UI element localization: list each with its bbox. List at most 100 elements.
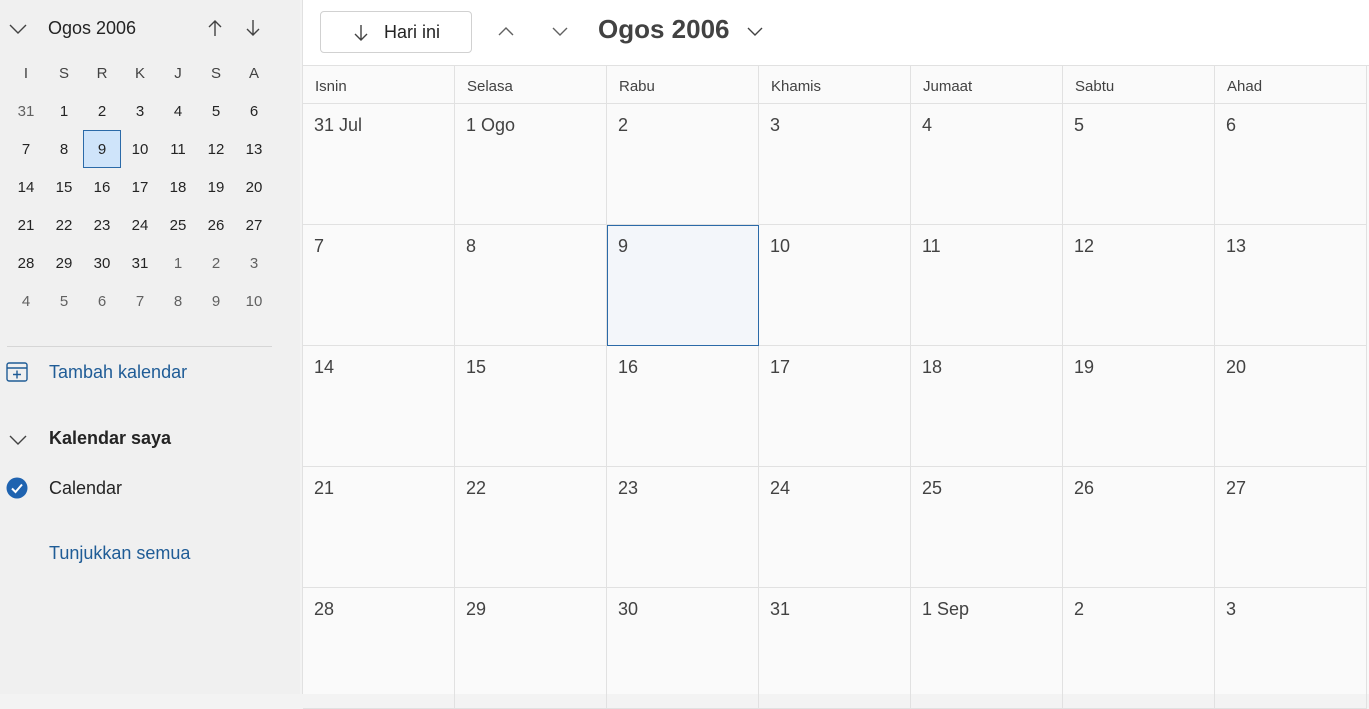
day-cell[interactable]: 12 — [1063, 225, 1215, 346]
mini-day[interactable]: 25 — [159, 206, 197, 244]
day-cell[interactable]: 19 — [1063, 346, 1215, 467]
day-cell[interactable]: 11 — [911, 225, 1063, 346]
mini-day[interactable]: 10 — [235, 282, 273, 320]
mini-day[interactable]: 1 — [45, 92, 83, 130]
mini-day[interactable]: 9 — [197, 282, 235, 320]
day-cell[interactable]: 25 — [911, 467, 1063, 588]
next-month-button[interactable] — [550, 21, 570, 41]
add-calendar-label: Tambah kalendar — [49, 362, 188, 382]
day-cell[interactable]: 1 Sep — [911, 588, 1063, 709]
day-cell[interactable]: 29 — [455, 588, 607, 709]
day-number: 26 — [1074, 478, 1095, 498]
mini-day[interactable]: 12 — [197, 130, 235, 168]
day-cell[interactable]: 1 Ogo — [455, 104, 607, 225]
mini-day[interactable]: 18 — [159, 168, 197, 206]
mini-day[interactable]: 26 — [197, 206, 235, 244]
mini-day[interactable]: 7 — [7, 130, 45, 168]
day-cell[interactable]: 20 — [1215, 346, 1367, 467]
calendar-item[interactable]: Calendar — [0, 474, 272, 504]
day-cell[interactable]: 4 — [911, 104, 1063, 225]
day-cell[interactable]: 21 — [303, 467, 455, 588]
mini-day[interactable]: 13 — [235, 130, 273, 168]
day-cell[interactable]: 18 — [911, 346, 1063, 467]
mini-day[interactable]: 6 — [83, 282, 121, 320]
mini-day[interactable]: 8 — [45, 130, 83, 168]
day-cell[interactable]: 30 — [607, 588, 759, 709]
mini-day[interactable]: 14 — [7, 168, 45, 206]
day-number: 13 — [1226, 236, 1247, 256]
mini-day[interactable]: 29 — [45, 244, 83, 282]
mini-day[interactable]: 16 — [83, 168, 121, 206]
mini-day[interactable]: 27 — [235, 206, 273, 244]
day-cell[interactable]: 28 — [303, 588, 455, 709]
mini-day[interactable]: 28 — [7, 244, 45, 282]
day-cell[interactable]: 16 — [607, 346, 759, 467]
chevron-down-icon[interactable] — [8, 18, 28, 38]
mini-day[interactable]: 4 — [159, 92, 197, 130]
day-cell[interactable]: 31 Jul — [303, 104, 455, 225]
mini-day[interactable]: 5 — [197, 92, 235, 130]
day-cell[interactable]: 14 — [303, 346, 455, 467]
mini-day[interactable]: 1 — [159, 244, 197, 282]
chevron-down-icon[interactable] — [745, 21, 765, 41]
day-cell[interactable]: 7 — [303, 225, 455, 346]
weekday-header: Isnin — [303, 66, 455, 104]
mini-day[interactable]: 11 — [159, 130, 197, 168]
my-calendars-group[interactable]: Kalendar saya — [0, 424, 272, 454]
day-cell[interactable]: 17 — [759, 346, 911, 467]
mini-day[interactable]: 30 — [83, 244, 121, 282]
mini-day[interactable]: 24 — [121, 206, 159, 244]
mini-day[interactable]: 6 — [235, 92, 273, 130]
day-cell[interactable]: 26 — [1063, 467, 1215, 588]
day-cell[interactable]: 10 — [759, 225, 911, 346]
mini-day[interactable]: 22 — [45, 206, 83, 244]
mini-day[interactable]: 5 — [45, 282, 83, 320]
day-number: 31 — [770, 599, 791, 619]
mini-day[interactable]: 4 — [7, 282, 45, 320]
day-cell[interactable]: 3 — [1215, 588, 1367, 709]
mini-calendar-title[interactable]: Ogos 2006 — [48, 18, 136, 39]
mini-day[interactable]: 31 — [7, 92, 45, 130]
arrow-up-icon[interactable] — [205, 18, 225, 38]
mini-day[interactable]: 3 — [235, 244, 273, 282]
day-cell[interactable]: 31 — [759, 588, 911, 709]
mini-day[interactable]: 19 — [197, 168, 235, 206]
day-cell[interactable]: 23 — [607, 467, 759, 588]
mini-day[interactable]: 2 — [83, 92, 121, 130]
day-cell[interactable]: 6 — [1215, 104, 1367, 225]
day-cell[interactable]: 15 — [455, 346, 607, 467]
mini-day[interactable]: 17 — [121, 168, 159, 206]
mini-day[interactable]: 20 — [235, 168, 273, 206]
mini-day[interactable]: 15 — [45, 168, 83, 206]
mini-day[interactable]: 8 — [159, 282, 197, 320]
day-cell[interactable]: 2 — [1063, 588, 1215, 709]
day-cell[interactable]: 22 — [455, 467, 607, 588]
today-button[interactable]: Hari ini — [320, 11, 472, 53]
weekday-header: Selasa — [455, 66, 607, 104]
day-cell[interactable]: 13 — [1215, 225, 1367, 346]
checkmark-circle-icon[interactable] — [6, 477, 28, 499]
mini-day-selected[interactable]: 9 — [83, 130, 121, 168]
mini-day[interactable]: 7 — [121, 282, 159, 320]
mini-day[interactable]: 23 — [83, 206, 121, 244]
day-cell[interactable]: 5 — [1063, 104, 1215, 225]
my-calendars-title: Kalendar saya — [49, 428, 172, 448]
day-cell[interactable]: 3 — [759, 104, 911, 225]
arrow-down-icon[interactable] — [243, 18, 263, 38]
weekday-header: Jumaat — [911, 66, 1063, 104]
mini-day[interactable]: 31 — [121, 244, 159, 282]
day-number: 29 — [466, 599, 487, 619]
mini-day[interactable]: 10 — [121, 130, 159, 168]
day-cell[interactable]: 27 — [1215, 467, 1367, 588]
day-cell-selected[interactable]: 9 — [607, 225, 759, 346]
mini-day[interactable]: 21 — [7, 206, 45, 244]
mini-day[interactable]: 2 — [197, 244, 235, 282]
day-cell[interactable]: 8 — [455, 225, 607, 346]
add-calendar-button[interactable]: Tambah kalendar — [0, 356, 272, 390]
previous-month-button[interactable] — [496, 21, 516, 41]
day-cell[interactable]: 2 — [607, 104, 759, 225]
month-title[interactable]: Ogos 2006 — [598, 14, 730, 45]
day-cell[interactable]: 24 — [759, 467, 911, 588]
mini-day[interactable]: 3 — [121, 92, 159, 130]
show-all-link[interactable]: Tunjukkan semua — [49, 543, 190, 564]
